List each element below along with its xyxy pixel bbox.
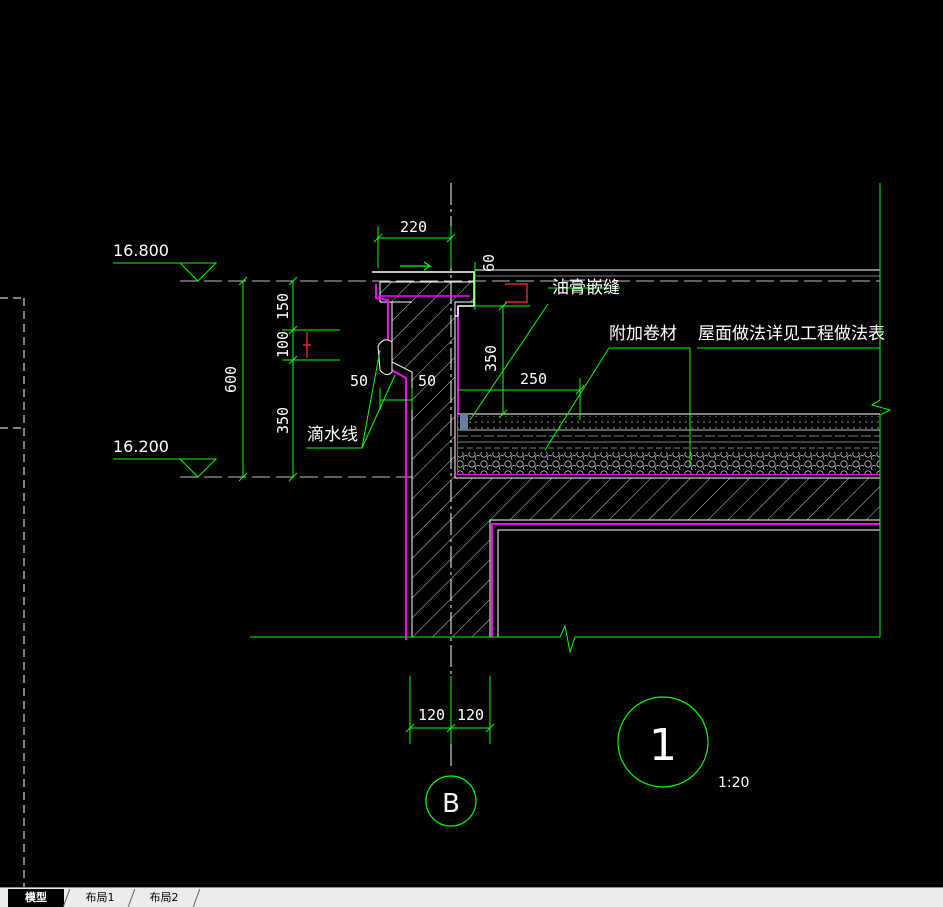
cad-model-viewport[interactable]: 16.800 16.200 220 60 150 100 350 600 50 …	[0, 0, 943, 887]
cad-drawing: 16.800 16.200 220 60 150 100 350 600 50 …	[0, 183, 892, 887]
room-outline	[497, 529, 880, 637]
sealant-note: 油膏嵌缝	[552, 277, 620, 298]
elevation-bottom-label: 16.200	[113, 437, 169, 456]
dim-parapet-width: 220	[400, 218, 427, 236]
dim-350-left: 350	[274, 407, 292, 434]
drip-line-note: 滴水线	[307, 425, 358, 445]
dim-wall-120-left: 120	[418, 706, 445, 724]
drip-groove	[377, 339, 393, 376]
dim-150: 150	[274, 293, 292, 320]
dim-100: 100	[274, 331, 292, 358]
dim-wall-120-right: 120	[457, 706, 484, 724]
left-dashed-frame	[0, 297, 25, 887]
elevation-top-label: 16.800	[113, 241, 169, 260]
tab-layout2[interactable]: 布局2	[134, 889, 194, 907]
detail-number: 1	[649, 720, 677, 771]
dim-drip-50-right: 50	[418, 372, 436, 390]
tab-model[interactable]: 模型	[8, 889, 64, 907]
dim-upturn-350: 350	[482, 345, 500, 372]
dim-flash-250: 250	[520, 370, 547, 388]
roof-layers	[458, 413, 880, 474]
dim-drip-50-left: 50	[350, 372, 368, 390]
coping-slope-arrow	[400, 261, 432, 271]
scale-label: 1:20	[718, 775, 749, 791]
extra-membrane-note: 附加卷材	[609, 324, 677, 344]
dim-coping-height: 60	[480, 254, 498, 272]
axis-label: B	[442, 789, 460, 819]
tab-layout1[interactable]: 布局1	[70, 889, 130, 907]
roof-construction-note: 屋面做法详见工程做法表	[698, 324, 885, 344]
dim-600: 600	[222, 366, 240, 393]
layout-tab-bar: 模型 布局1 布局2	[0, 887, 943, 907]
